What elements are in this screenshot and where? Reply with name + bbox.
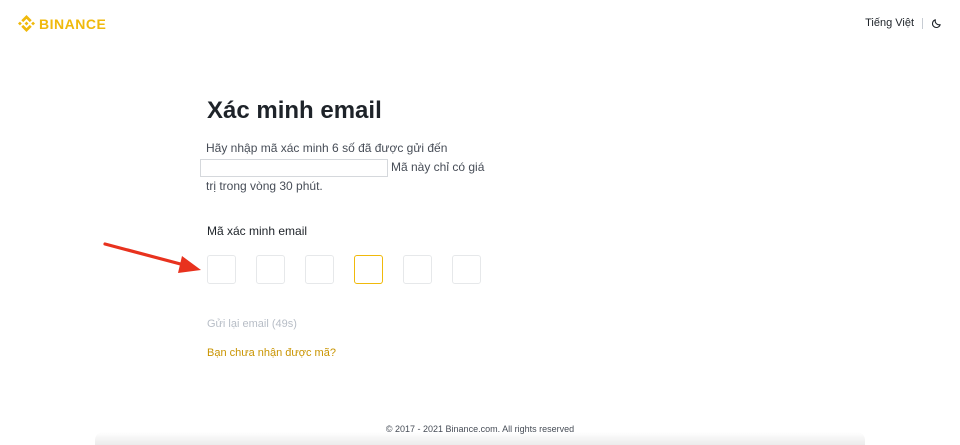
resend-email-link[interactable]: Gửi lại email (49s) [207,318,297,330]
description-part-3: trị trong vòng 30 phút. [206,179,323,193]
email-address-box [200,158,388,177]
description: Hãy nhập mã xác minh 6 số đã được gửi đế… [200,139,506,196]
code-digit-1-input[interactable] [207,255,236,284]
header-divider [922,17,923,29]
page-title: Xác minh email [207,97,382,124]
language-selector[interactable]: Tiếng Việt [865,17,914,29]
annotation-arrow-icon [103,242,201,273]
description-part-2: Mã này chỉ có giá [391,160,485,174]
footer: © 2017 - 2021 Binance.com. All rights re… [0,424,960,434]
header-actions: Tiếng Việt [865,17,942,29]
code-digit-6-input[interactable] [452,255,481,284]
code-digit-4-input[interactable] [354,255,383,284]
code-digit-3-input[interactable] [305,255,334,284]
code-digit-5-input[interactable] [403,255,432,284]
verify-email-form: Xác minh email Hãy nhập mã xác minh 6 số… [200,94,507,359]
not-received-code-link[interactable]: Bạn chưa nhận được mã? [207,347,336,359]
code-field-label: Mã xác minh email [207,224,308,238]
copyright-text: © 2017 - 2021 Binance.com. All rights re… [385,424,575,434]
page: BINANCE Tiếng Việt Xác minh email Hãy nh… [0,0,960,445]
code-input-group [207,255,481,284]
binance-logo-icon [18,15,35,32]
description-part-1: Hãy nhập mã xác minh 6 số đã được gửi đế… [206,141,448,155]
code-digit-2-input[interactable] [256,255,285,284]
moon-icon[interactable] [931,18,942,29]
binance-logo[interactable]: BINANCE [18,15,106,32]
brand-name: BINANCE [39,15,107,32]
header: BINANCE Tiếng Việt [0,0,960,48]
